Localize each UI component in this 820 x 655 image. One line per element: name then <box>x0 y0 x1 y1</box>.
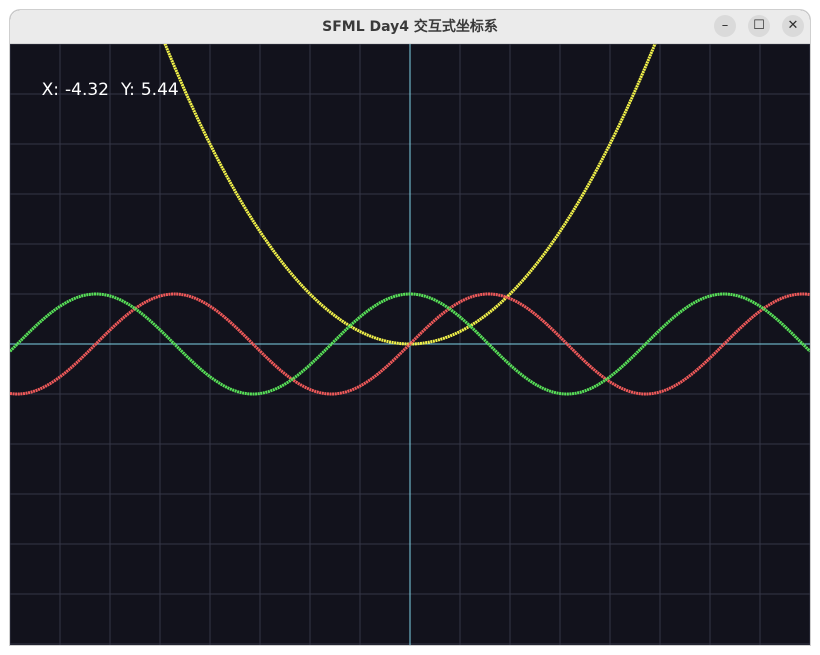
minimize-icon: – <box>721 18 729 33</box>
x-value: -4.32 <box>65 80 109 100</box>
y-value: 5.44 <box>140 80 179 100</box>
app-window: SFML Day4 交互式坐标系 – ☐ ✕ X: -4.32 Y: 5.44 <box>10 10 810 645</box>
close-button[interactable]: ✕ <box>782 15 804 37</box>
title-bar[interactable]: SFML Day4 交互式坐标系 – ☐ ✕ <box>10 10 810 44</box>
maximize-button[interactable]: ☐ <box>748 15 770 37</box>
close-icon: ✕ <box>787 18 799 33</box>
plot-canvas[interactable] <box>10 44 810 645</box>
cursor-coordinate-readout: X: -4.32 Y: 5.44 <box>20 54 191 100</box>
maximize-icon: ☐ <box>753 18 765 33</box>
x-label: X: <box>41 80 59 100</box>
minimize-button[interactable]: – <box>714 15 736 37</box>
y-label: Y: <box>121 80 135 100</box>
window-title: SFML Day4 交互式坐标系 <box>322 19 498 35</box>
